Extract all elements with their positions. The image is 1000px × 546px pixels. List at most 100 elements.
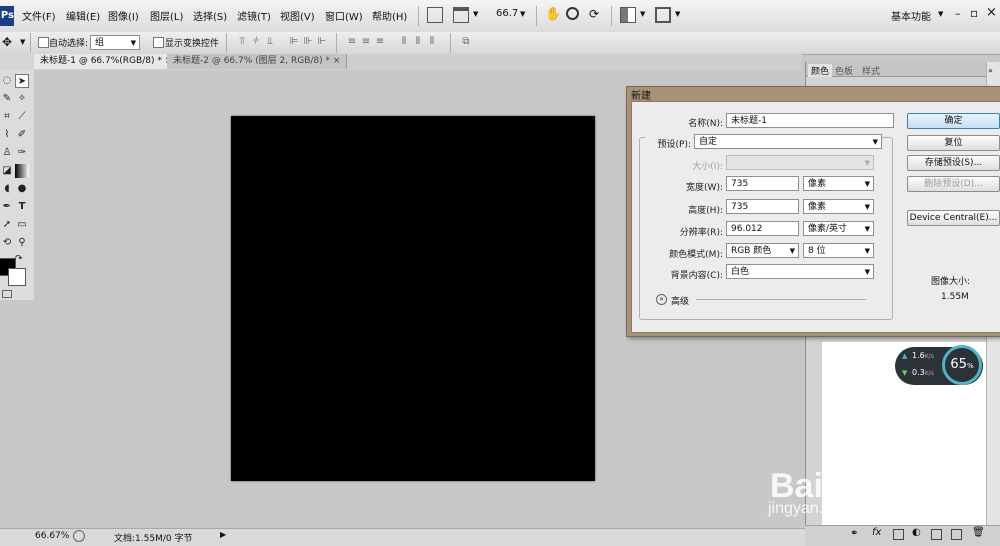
menu-view[interactable]: 视图(V) [280, 8, 315, 23]
align-right-icon[interactable]: ⊩ [316, 35, 328, 49]
layer-mask-icon[interactable] [893, 529, 904, 540]
tab-color[interactable]: 颜色 [808, 64, 833, 77]
resolution-unit-select[interactable]: 像素/英寸 ▼ [803, 221, 874, 236]
tab-document-1[interactable]: 未标题-1 @ 66.7%(RGB/8) * × [34, 54, 180, 69]
eraser-tool-icon[interactable]: ◪ [0, 164, 14, 178]
chevron-down-icon[interactable]: ▼ [20, 38, 25, 46]
advanced-label[interactable]: 高级 [671, 294, 689, 307]
background-select[interactable]: 白色 ▼ [726, 264, 874, 279]
width-field[interactable]: 735 [726, 176, 799, 191]
align-bottom-icon[interactable]: ⫫ [264, 35, 276, 49]
menu-file[interactable]: 文件(F) [22, 8, 56, 23]
workspace-switcher[interactable]: 基本功能 [891, 8, 931, 23]
distribute-bottom-icon[interactable]: ≡ [374, 35, 386, 49]
zoom-tool-icon[interactable]: ⚲ [15, 236, 29, 250]
align-top-icon[interactable]: ⫪ [236, 35, 248, 49]
resolution-field[interactable]: 96.012 [726, 221, 799, 236]
3d-rotate-tool-icon[interactable]: ⟲ [0, 236, 14, 250]
show-transform-checkbox[interactable] [153, 37, 164, 48]
zoom-tool-icon[interactable] [566, 7, 579, 20]
pen-tool-icon[interactable]: ✒ [0, 200, 14, 214]
distribute-right-icon[interactable]: ⦀ [426, 35, 438, 49]
color-mode-select[interactable]: RGB 颜色 ▼ [726, 243, 799, 258]
lasso-tool-icon[interactable]: ◌ [0, 74, 14, 88]
blur-tool-icon[interactable]: ◖ [0, 182, 14, 196]
bridge-icon[interactable] [427, 7, 443, 23]
layer-style-icon[interactable]: fx [872, 527, 881, 538]
type-tool-icon[interactable]: T [15, 200, 29, 214]
screen-mode-icon[interactable] [655, 7, 671, 23]
advanced-toggle-icon[interactable]: » [656, 294, 667, 305]
brush-tool-icon[interactable]: ✐ [15, 128, 29, 142]
name-field[interactable]: 未标题-1 [726, 113, 894, 128]
menu-filter[interactable]: 滤镜(T) [237, 8, 271, 23]
tab-styles[interactable]: 样式 [862, 64, 880, 77]
align-horizontal-center-icon[interactable]: ⊪ [302, 35, 314, 49]
history-brush-tool-icon[interactable]: ✑ [15, 146, 29, 160]
align-left-icon[interactable]: ⊫ [288, 35, 300, 49]
menu-image[interactable]: 图像(I) [108, 8, 139, 23]
menu-window[interactable]: 窗口(W) [325, 8, 363, 23]
distribute-top-icon[interactable]: ≡ [346, 35, 358, 49]
menu-help[interactable]: 帮助(H) [372, 8, 407, 23]
link-layers-icon[interactable]: ⚭ [850, 528, 858, 539]
move-tool-icon[interactable]: ➤ [15, 74, 29, 88]
group-folder-icon[interactable] [931, 529, 942, 540]
menu-edit[interactable]: 编辑(E) [66, 8, 100, 23]
save-preset-button[interactable]: 存储预设(S)... [907, 155, 1000, 171]
move-tool-icon[interactable]: ✥ [2, 35, 12, 49]
status-info-icon[interactable] [73, 530, 85, 542]
rotate-view-icon[interactable]: ⟳ [589, 7, 599, 21]
shape-tool-icon[interactable]: ▭ [15, 218, 29, 232]
hand-tool-icon[interactable]: ✋ [545, 7, 561, 22]
clone-stamp-tool-icon[interactable]: ♙ [0, 146, 14, 160]
quick-mask-icon[interactable] [2, 290, 12, 298]
healing-brush-tool-icon[interactable]: ⌇ [0, 128, 14, 142]
align-vertical-center-icon[interactable]: ⫩ [250, 35, 262, 49]
delete-layer-icon[interactable]: 🗑 [972, 527, 985, 538]
gradient-tool-icon[interactable] [15, 164, 29, 178]
new-layer-icon[interactable] [951, 529, 962, 540]
width-unit-select[interactable]: 像素 ▼ [803, 176, 874, 191]
eyedropper-tool-icon[interactable]: ⟋ [15, 110, 29, 124]
ok-button[interactable]: 确定 [907, 113, 1000, 129]
menu-layer[interactable]: 图层(L) [150, 8, 183, 23]
auto-select-dropdown[interactable]: 组 ▼ [90, 35, 140, 50]
size-select[interactable]: ▼ [726, 155, 874, 170]
magic-wand-tool-icon[interactable]: ✧ [15, 92, 29, 106]
device-central-button[interactable]: Device Central(E)... [907, 210, 1000, 226]
mini-bridge-icon[interactable] [453, 7, 469, 23]
swap-colors-icon[interactable]: ↷ [15, 254, 23, 264]
auto-align-layers-icon[interactable]: ⧉ [460, 35, 472, 49]
zoom-percentage[interactable]: 66.67% [35, 531, 69, 541]
delete-preset-button[interactable]: 删除预设(D)... [907, 176, 1000, 192]
distribute-horizontal-center-icon[interactable]: ⦀ [412, 35, 424, 49]
chevron-down-icon[interactable]: ▼ [473, 10, 478, 18]
distribute-left-icon[interactable]: ⦀ [398, 35, 410, 49]
restore-button[interactable]: ▫ [970, 6, 978, 20]
minimize-button[interactable]: – [955, 7, 961, 20]
dodge-tool-icon[interactable]: ● [15, 182, 29, 196]
zoom-level-select[interactable]: 66.7 [496, 8, 518, 19]
preset-select[interactable]: 自定 ▼ [694, 134, 882, 149]
crop-tool-icon[interactable]: ⌗ [0, 110, 14, 124]
tab-swatches[interactable]: 色板 [835, 64, 853, 77]
status-menu-arrow-icon[interactable]: ▶ [220, 530, 226, 539]
document-canvas[interactable] [231, 116, 595, 481]
background-color-swatch[interactable] [8, 268, 26, 286]
chevron-down-icon[interactable]: ▼ [938, 10, 943, 18]
panel-collapse-icon[interactable]: » [988, 66, 993, 75]
chevron-down-icon[interactable]: ▼ [520, 10, 525, 18]
adjustment-layer-icon[interactable]: ◐ [912, 527, 921, 538]
arrange-documents-icon[interactable] [620, 7, 636, 23]
chevron-down-icon[interactable]: ▼ [640, 10, 645, 18]
close-icon[interactable]: × [333, 56, 341, 66]
reset-button[interactable]: 复位 [907, 135, 1000, 151]
auto-select-checkbox[interactable] [38, 37, 49, 48]
bit-depth-select[interactable]: 8 位 ▼ [803, 243, 874, 258]
tab-document-2[interactable]: 未标题-2 @ 66.7% (图层 2, RGB/8) * × [167, 54, 348, 69]
menu-select[interactable]: 选择(S) [193, 8, 227, 23]
chevron-down-icon[interactable]: ▼ [675, 10, 680, 18]
height-field[interactable]: 735 [726, 199, 799, 214]
path-selection-tool-icon[interactable]: ➚ [0, 218, 14, 232]
